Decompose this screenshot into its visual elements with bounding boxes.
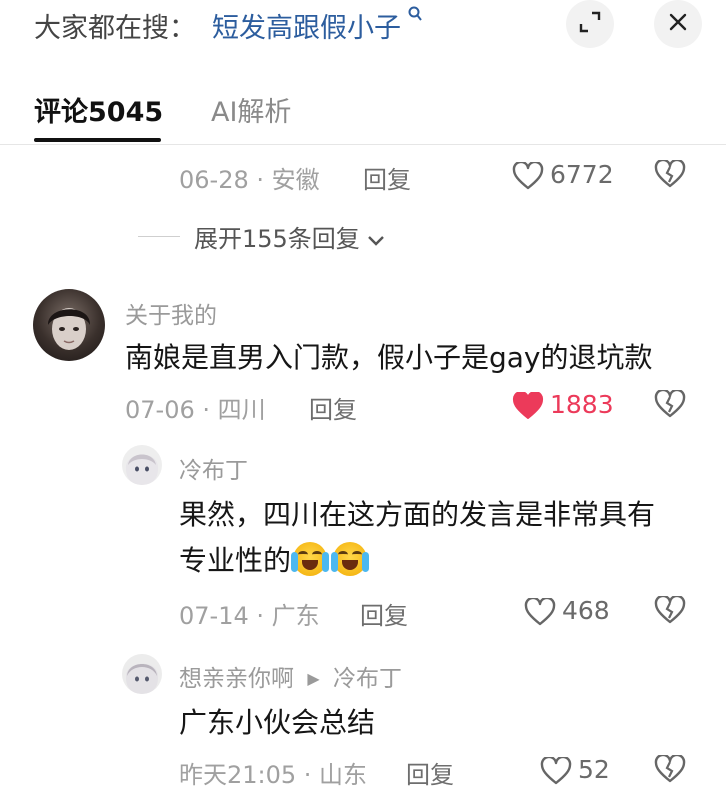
comment-username[interactable]: 关于我的 <box>125 296 217 330</box>
tabs-divider <box>0 144 726 145</box>
heart-outline-icon <box>512 160 544 194</box>
chevron-down-icon <box>367 225 385 253</box>
reply-text-continued: 专业性的 <box>179 544 292 577</box>
reply-date-location: 昨天21:05 · 山东 <box>179 761 368 789</box>
trending-search-link[interactable]: 短发高跟假小子 <box>212 6 422 45</box>
comment-date-location: 06-28 · 安徽 <box>179 166 320 194</box>
trending-search-label: 大家都在搜： <box>34 13 196 44</box>
dislike-button[interactable] <box>654 594 686 628</box>
tab-comments[interactable]: 评论5045 <box>34 90 163 129</box>
reply-text-line2: 专业性的 <box>179 539 370 583</box>
comment-date-location: 07-06 · 四川 <box>125 396 266 424</box>
reply-to-arrow-icon: ▶ <box>307 669 320 688</box>
expand-replies-button[interactable]: 展开155条回复 <box>194 219 385 254</box>
reply-date-location: 07-14 · 广东 <box>179 602 320 630</box>
reply-to-username[interactable]: 冷布丁 <box>333 666 402 692</box>
like-count: 468 <box>562 596 610 625</box>
reply-button[interactable]: 回复 <box>363 160 411 195</box>
crying-laughing-emoji <box>331 542 370 576</box>
like-count: 6772 <box>550 160 614 189</box>
comment-text: 南娘是直男入门款，假小子是gay的退坑款 <box>125 341 653 374</box>
broken-heart-icon <box>654 594 686 628</box>
heart-outline-icon <box>540 755 572 789</box>
heart-outline-icon <box>524 596 556 630</box>
dislike-button[interactable] <box>654 388 686 422</box>
avatar[interactable] <box>33 289 105 361</box>
reply-button[interactable]: 回复 <box>309 390 357 425</box>
broken-heart-icon <box>654 388 686 422</box>
reply-username[interactable]: 想亲亲你啊 <box>179 666 294 692</box>
trending-search-term: 短发高跟假小子 <box>212 13 401 44</box>
dislike-button[interactable] <box>654 158 686 192</box>
reply-text: 广东小伙会总结 <box>179 706 376 739</box>
active-tab-indicator <box>34 138 161 142</box>
dislike-button[interactable] <box>654 753 686 787</box>
reply-username[interactable]: 冷布丁 <box>179 451 248 485</box>
crying-laughing-emoji <box>291 542 330 576</box>
like-count: 1883 <box>550 390 614 419</box>
reply-text: 果然，四川在这方面的发言是非常具有 <box>179 498 656 531</box>
heart-filled-icon <box>512 390 544 424</box>
reply-button[interactable]: 回复 <box>360 596 408 631</box>
close-icon <box>668 12 688 36</box>
tab-ai-analysis[interactable]: AI解析 <box>211 90 291 129</box>
avatar[interactable] <box>122 445 162 485</box>
expand-icon <box>579 11 601 37</box>
expand-button[interactable] <box>566 0 614 48</box>
close-button[interactable] <box>654 0 702 48</box>
search-icon <box>403 6 422 26</box>
expand-divider-line <box>138 236 180 237</box>
expand-replies-label: 展开155条回复 <box>194 225 360 253</box>
broken-heart-icon <box>654 753 686 787</box>
like-count: 52 <box>578 755 610 784</box>
reply-username-row: 想亲亲你啊 ▶ 冷布丁 <box>179 659 402 693</box>
broken-heart-icon <box>654 158 686 192</box>
avatar[interactable] <box>122 654 162 694</box>
reply-button[interactable]: 回复 <box>406 755 454 790</box>
